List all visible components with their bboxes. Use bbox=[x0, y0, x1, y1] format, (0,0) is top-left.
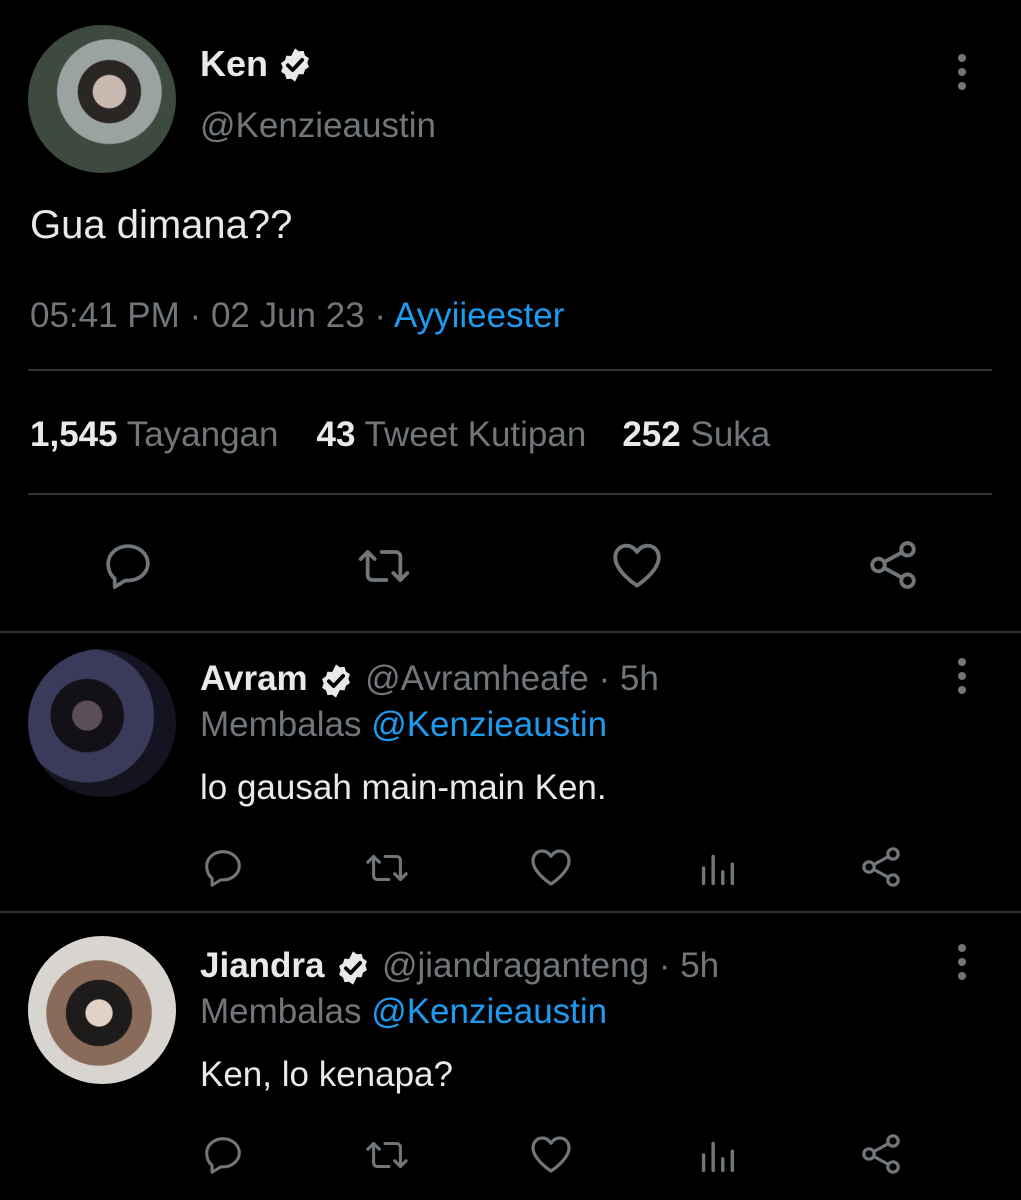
views-stat[interactable]: 1,545 Tayangan bbox=[30, 415, 278, 454]
divider bbox=[28, 369, 992, 371]
reply-avatar[interactable] bbox=[28, 936, 176, 1084]
reply-time[interactable]: 5h bbox=[620, 659, 659, 698]
verified-badge-icon bbox=[317, 662, 355, 700]
views-icon[interactable] bbox=[694, 1132, 740, 1178]
more-icon[interactable] bbox=[946, 52, 978, 92]
more-icon[interactable] bbox=[946, 942, 978, 982]
verified-badge-icon bbox=[334, 949, 372, 987]
reply-header: Jiandra @jiandraganteng · 5h bbox=[200, 944, 719, 988]
reply-display-name[interactable]: Avram bbox=[200, 659, 308, 698]
reply-text: Ken, lo kenapa? bbox=[200, 1055, 453, 1094]
quotes-stat[interactable]: 43 Tweet Kutipan bbox=[316, 415, 586, 454]
tweet-date: 02 Jun 23 bbox=[210, 296, 365, 335]
reply-icon[interactable] bbox=[200, 1132, 246, 1178]
reply-display-name[interactable]: Jiandra bbox=[200, 946, 325, 985]
heart-icon[interactable] bbox=[527, 1130, 575, 1178]
replying-to-link[interactable]: @Kenzieaustin bbox=[371, 992, 607, 1031]
main-tweet-avatar[interactable] bbox=[28, 25, 176, 173]
reply-avatar[interactable] bbox=[28, 649, 176, 797]
share-icon[interactable] bbox=[857, 843, 905, 891]
quotes-label: Tweet Kutipan bbox=[364, 415, 587, 454]
divider bbox=[28, 493, 992, 495]
replying-label: Membalas bbox=[200, 705, 362, 744]
reply-text: lo gausah main-main Ken. bbox=[200, 768, 607, 807]
reply-header: Avram @Avramheafe · 5h bbox=[200, 657, 659, 701]
likes-count: 252 bbox=[622, 415, 681, 454]
more-icon[interactable] bbox=[946, 656, 978, 696]
reply-time[interactable]: 5h bbox=[680, 946, 719, 985]
verified-badge-icon bbox=[276, 46, 314, 84]
main-tweet-handle[interactable]: @Kenzieaustin bbox=[200, 104, 436, 148]
divider bbox=[0, 631, 1021, 633]
quotes-count: 43 bbox=[316, 415, 356, 454]
views-icon[interactable] bbox=[694, 845, 740, 891]
replying-to-link[interactable]: @Kenzieaustin bbox=[371, 705, 607, 744]
main-tweet-text: Gua dimana?? bbox=[30, 203, 293, 247]
likes-stat[interactable]: 252 Suka bbox=[622, 415, 770, 454]
reply-separator: · bbox=[598, 659, 611, 698]
replying-to: Membalas @Kenzieaustin bbox=[200, 990, 607, 1034]
heart-icon[interactable] bbox=[527, 843, 575, 891]
tweet-source-link[interactable]: Ayyiieester bbox=[394, 296, 565, 335]
retweet-icon[interactable] bbox=[362, 845, 412, 891]
reply-handle[interactable]: @Avramheafe bbox=[365, 659, 589, 698]
share-icon[interactable] bbox=[864, 536, 922, 594]
likes-label: Suka bbox=[690, 415, 771, 454]
meta-separator: · bbox=[374, 296, 387, 335]
meta-separator: · bbox=[189, 296, 202, 335]
replying-label: Membalas bbox=[200, 992, 362, 1031]
views-label: Tayangan bbox=[126, 415, 279, 454]
main-tweet-meta: 05:41 PM · 02 Jun 23 · Ayyiieester bbox=[30, 294, 564, 338]
retweet-icon[interactable] bbox=[362, 1132, 412, 1178]
reply-icon[interactable] bbox=[200, 845, 246, 891]
retweet-icon[interactable] bbox=[354, 538, 414, 594]
reply-separator: · bbox=[658, 946, 671, 985]
reply-handle[interactable]: @jiandraganteng bbox=[382, 946, 649, 985]
views-count: 1,545 bbox=[30, 415, 118, 454]
tweet-stats: 1,545 Tayangan 43 Tweet Kutipan 252 Suka bbox=[30, 413, 770, 457]
tweet-time: 05:41 PM bbox=[30, 296, 180, 335]
heart-icon[interactable] bbox=[608, 536, 666, 594]
share-icon[interactable] bbox=[857, 1130, 905, 1178]
replying-to: Membalas @Kenzieaustin bbox=[200, 703, 607, 747]
reply-icon[interactable] bbox=[100, 538, 156, 594]
divider bbox=[0, 911, 1021, 913]
main-tweet-display-name[interactable]: Ken bbox=[200, 42, 268, 86]
